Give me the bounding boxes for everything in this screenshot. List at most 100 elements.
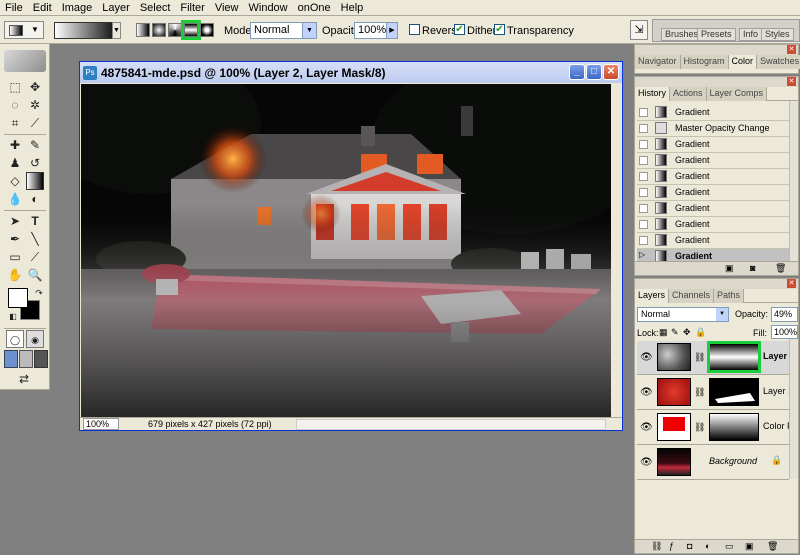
zoom-field[interactable]: 100% [83,418,119,430]
history-item[interactable]: Gradient [637,233,789,249]
eye-icon[interactable]: 👁 [640,387,653,398]
jump-to-imageready-icon[interactable]: ⇄ [6,370,42,388]
tab-swatches[interactable]: Swatches [757,55,800,69]
menu-file[interactable]: File [0,0,28,16]
tab-histogram[interactable]: Histogram [680,55,729,69]
document-horizontal-scrollbar[interactable] [296,419,606,430]
history-source-checkbox[interactable] [639,156,648,165]
default-colors-icon[interactable]: ◧ [4,308,22,326]
hand-tool-icon[interactable]: ✋ [6,266,24,284]
blur-tool-icon[interactable]: 💧 [6,190,24,208]
close-icon[interactable]: ✕ [787,77,796,86]
panel-grip[interactable]: ✕ [635,77,798,87]
new-document-from-state-icon[interactable]: ▣ [725,263,734,274]
history-source-checkbox[interactable] [639,172,648,181]
menu-select[interactable]: Select [135,0,176,16]
trash-icon[interactable]: 🗑 [767,541,778,552]
history-source-checkbox[interactable]: ▷ [639,250,648,259]
foreground-color-swatch[interactable] [8,288,28,308]
history-item[interactable]: Master Opacity Change [637,121,789,137]
close-icon[interactable]: ✕ [787,45,796,54]
history-brush-tool-icon[interactable]: ↺ [26,154,44,172]
menu-onone[interactable]: onOne [293,0,336,16]
history-source-checkbox[interactable] [639,108,648,117]
quick-mask-mode-icon[interactable]: ◉ [26,330,44,348]
history-source-checkbox[interactable] [639,220,648,229]
menu-view[interactable]: View [210,0,244,16]
history-item[interactable]: Gradient [637,105,789,121]
history-item[interactable]: Gradient [637,169,789,185]
menu-edit[interactable]: Edit [28,0,57,16]
lasso-tool-icon[interactable]: ◌ [6,96,24,114]
blend-mode-select[interactable]: Normal ▼ [637,307,729,322]
palette-well-tab-styles[interactable]: Styles [761,28,794,41]
brush-tool-icon[interactable]: ✎ [26,136,44,154]
path-selection-tool-icon[interactable]: ➤ [6,212,24,230]
adobe-online-feather-icon[interactable] [4,50,46,72]
palette-well-tab-brushes[interactable]: Brushes [661,28,703,41]
opacity-input[interactable]: 100% ▶ [354,22,398,39]
dither-checkbox[interactable]: ✔ [454,24,465,35]
eyedropper-tool-icon[interactable]: ⟋ [26,248,44,266]
gradient-picker-dropdown[interactable]: ▼ [112,22,121,39]
menu-filter[interactable]: Filter [175,0,209,16]
link-layers-icon[interactable]: ⛓ [651,541,662,552]
panel-grip[interactable]: ✕ [635,279,798,289]
file-browser-icon[interactable]: ⇲ [630,20,648,40]
layer-opacity-input[interactable]: 49% [771,307,798,322]
swap-colors-icon[interactable]: ↷ [30,284,48,302]
zoom-tool-icon[interactable]: 🔍 [26,266,44,284]
link-icon[interactable]: ⛓ [694,422,705,433]
palette-well-tab-presets[interactable]: Presets [697,28,736,41]
document-vertical-scrollbar[interactable] [611,84,622,417]
history-item[interactable]: Gradient [637,137,789,153]
link-icon[interactable]: ⛓ [694,352,705,363]
line-tool-icon[interactable]: ╲ [26,230,44,248]
tab-paths[interactable]: Paths [714,289,745,303]
linear-gradient-button[interactable] [136,23,150,37]
tab-color[interactable]: Color [728,55,758,69]
close-icon[interactable]: ✕ [787,279,796,288]
history-item[interactable]: Gradient [637,217,789,233]
type-tool-icon[interactable]: T [26,212,44,230]
reflected-gradient-button[interactable] [181,20,201,40]
layer-row[interactable]: 👁 ⛓ Color Fill 1 [637,411,789,445]
mode-select[interactable]: Normal ▼ [250,22,317,39]
new-layer-icon[interactable]: ▣ [745,541,754,552]
layer-mask-thumbnail[interactable] [709,413,759,441]
lock-image-icon[interactable]: ✎ [671,327,679,338]
maximize-button[interactable]: □ [586,64,602,80]
angle-gradient-button[interactable] [168,23,182,37]
eye-icon[interactable]: 👁 [640,457,653,468]
lock-all-icon[interactable]: 🔒 [695,327,706,338]
tab-channels[interactable]: Channels [669,289,715,303]
layer-mask-thumbnail[interactable] [709,378,759,406]
tab-layers[interactable]: Layers [635,289,670,303]
dodge-tool-icon[interactable]: ◐ [26,190,44,208]
standard-screen-mode-icon[interactable] [4,350,18,368]
tab-navigator[interactable]: Navigator [635,55,681,69]
layers-scrollbar[interactable] [789,339,798,479]
clone-stamp-tool-icon[interactable]: ♟ [6,154,24,172]
radial-gradient-button[interactable] [152,23,166,37]
history-source-checkbox[interactable] [639,204,648,213]
fill-input[interactable]: 100% [771,325,798,339]
tool-preset-picker[interactable]: ▼ [4,21,44,39]
magic-wand-tool-icon[interactable]: ✲ [26,96,44,114]
layer-row[interactable]: 👁 ⛓ Layer 2 [637,341,789,375]
close-button[interactable]: ✕ [603,64,619,80]
lock-position-icon[interactable]: ✥ [683,327,691,338]
history-source-checkbox[interactable] [639,140,648,149]
tab-layer-comps[interactable]: Layer Comps [706,87,768,101]
full-screen-mode-icon[interactable] [34,350,48,368]
menu-window[interactable]: Window [244,0,293,16]
menu-help[interactable]: Help [336,0,369,16]
menu-layer[interactable]: Layer [97,0,135,16]
diamond-gradient-button[interactable] [200,23,214,37]
eraser-tool-icon[interactable]: ◇ [6,172,24,190]
panel-grip[interactable]: ✕ [635,45,798,55]
layer-mask-thumbnail[interactable] [707,341,761,373]
new-group-icon[interactable]: ▭ [725,541,734,552]
history-scrollbar[interactable] [789,101,798,261]
move-tool-icon[interactable]: ✥ [26,78,44,96]
